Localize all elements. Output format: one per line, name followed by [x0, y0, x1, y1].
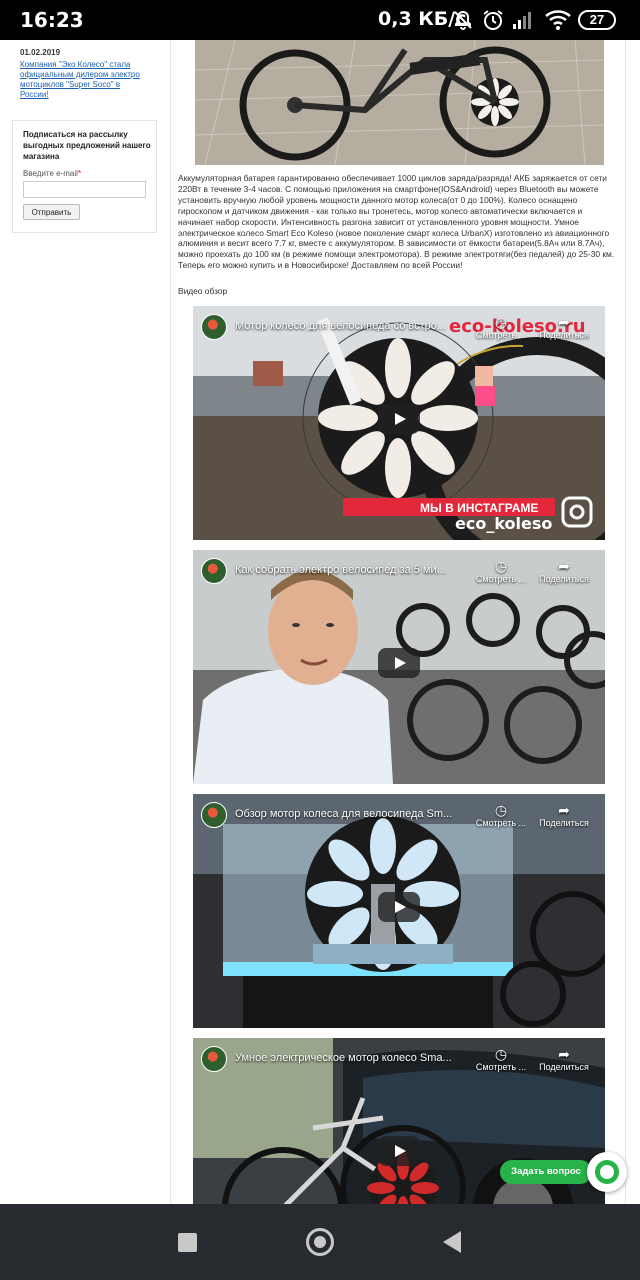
share-button[interactable]: ➦ Поделиться	[534, 1046, 594, 1072]
share-button[interactable]: ➦ Поделиться	[534, 558, 594, 584]
video-title[interactable]: Мотор колесо для велосипеда со встро...	[235, 320, 471, 332]
video-embed-2[interactable]: Как собрать электро велосипед за 5 ми...…	[193, 550, 605, 784]
watch-later-button[interactable]: ◷ Смотреть ...	[471, 802, 531, 828]
ask-question-button[interactable]: Задать вопрос	[500, 1160, 592, 1184]
bicycle-illustration	[195, 40, 604, 165]
play-button[interactable]	[378, 1136, 420, 1166]
chat-icon[interactable]	[587, 1152, 627, 1192]
clock-icon: ◷	[494, 802, 508, 818]
web-page: 01.02.2019 Компания "Эко Колесо" стала о…	[0, 40, 640, 1204]
share-icon: ➦	[558, 1046, 570, 1062]
watch-later-label: Смотреть ...	[475, 818, 527, 828]
email-label: Введите e-mail*	[23, 169, 81, 178]
video-embed-1[interactable]: МЫ В ИНСТАГРАМЕ eco_koleso eco-koleso.ru…	[193, 306, 605, 540]
video-title[interactable]: Как собрать электро велосипед за 5 ми...	[235, 564, 471, 576]
email-label-text: Введите e-mail	[23, 169, 78, 178]
alarm-icon	[483, 10, 503, 30]
share-label: Поделиться	[539, 1062, 589, 1072]
clock-icon: ◷	[494, 1046, 508, 1062]
share-label: Поделиться	[539, 574, 589, 584]
clock-icon: ◷	[494, 314, 508, 330]
back-icon[interactable]	[443, 1231, 461, 1253]
recent-apps-icon[interactable]	[178, 1233, 197, 1252]
channel-avatar[interactable]	[201, 1046, 227, 1072]
share-button[interactable]: ➦ Поделиться	[534, 314, 594, 340]
subscribe-title: Подписаться на рассылку выгодных предлож…	[23, 130, 151, 161]
share-button[interactable]: ➦ Поделиться	[534, 802, 594, 828]
watch-later-label: Смотреть ...	[475, 330, 527, 340]
subscribe-form: Подписаться на рассылку выгодных предлож…	[12, 120, 157, 233]
banner-handle: eco_koleso	[455, 514, 552, 533]
share-label: Поделиться	[539, 330, 589, 340]
watch-later-button[interactable]: ◷ Смотреть ...	[471, 558, 531, 584]
channel-avatar[interactable]	[201, 314, 227, 340]
share-icon: ➦	[558, 314, 570, 330]
required-mark: *	[77, 169, 82, 178]
news-date: 01.02.2019	[20, 48, 61, 57]
video-embed-3[interactable]: Обзор мотор колеса для велосипеда Sm... …	[193, 794, 605, 1028]
signal-icon	[513, 12, 531, 29]
navigation-bar	[0, 1204, 640, 1280]
play-button[interactable]	[378, 892, 420, 922]
share-icon: ➦	[558, 558, 570, 574]
channel-avatar[interactable]	[201, 558, 227, 584]
status-time: 16:23	[20, 8, 84, 32]
play-button[interactable]	[378, 648, 420, 678]
email-field[interactable]	[23, 181, 146, 198]
news-link[interactable]: Компания "Эко Колесо" стала официальным …	[20, 60, 150, 100]
video-section-label: Видео обзор	[178, 286, 228, 296]
bell-off-icon	[454, 10, 472, 30]
share-icon: ➦	[558, 802, 570, 818]
wifi-icon	[545, 10, 571, 30]
channel-avatar[interactable]	[201, 802, 227, 828]
banner-text: МЫ В ИНСТАГРАМЕ	[420, 501, 538, 515]
home-icon[interactable]	[306, 1228, 334, 1256]
submit-button[interactable]: Отправить	[23, 204, 80, 220]
video-title[interactable]: Обзор мотор колеса для велосипеда Sm...	[235, 808, 471, 820]
watch-later-label: Смотреть ...	[475, 574, 527, 584]
bicycle-image	[195, 40, 604, 165]
share-label: Поделиться	[539, 818, 589, 828]
watch-later-label: Смотреть ...	[475, 1062, 527, 1072]
clock-icon: ◷	[494, 558, 508, 574]
article-text: Аккумуляторная батарея гарантированно об…	[178, 173, 615, 271]
video-title[interactable]: Умное электрическое мотор колесо Sma...	[235, 1052, 471, 1064]
status-bar: 16:23 0,3 КБ/с 27	[0, 0, 640, 40]
main-content: Аккумуляторная батарея гарантированно об…	[170, 40, 626, 1204]
play-button[interactable]	[378, 404, 420, 434]
battery-icon: 27	[578, 10, 616, 30]
watch-later-button[interactable]: ◷ Смотреть ...	[471, 314, 531, 340]
watch-later-button[interactable]: ◷ Смотреть ...	[471, 1046, 531, 1072]
